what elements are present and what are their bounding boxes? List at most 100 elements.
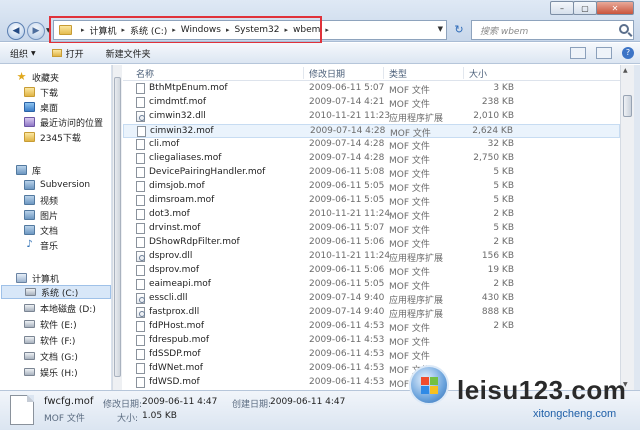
sidebar-libraries[interactable]: 库 [16,163,41,177]
breadcrumb-separator-icon[interactable]: ▸ [325,26,329,34]
table-row[interactable]: BthMtpEnum.mof 2009-06-11 5:07 MOF 文件 3 KB [123,82,620,96]
file-name: dimsjob.mof [149,181,205,191]
sidebar-computer[interactable]: 计算机 [16,271,59,285]
sidebar-label: 收藏夹 [32,73,60,84]
back-button[interactable]: ◀ [7,22,25,40]
sidebar-label: Subversion [40,180,91,190]
table-row[interactable]: drvinst.mof 2009-06-11 5:07 MOF 文件 5 KB [123,222,620,236]
column-header-size[interactable]: 大小 [469,67,487,80]
sidebar-item-desktop[interactable]: 桌面 [24,100,58,114]
file-size: 5 KB [493,195,514,205]
star-icon: ★ [16,70,27,83]
table-row[interactable]: dimsjob.mof 2009-06-11 5:05 MOF 文件 5 KB [123,180,620,194]
sidebar-favorites[interactable]: ★ 收藏夹 [16,70,59,84]
file-name: fdWSD.mof [149,377,200,387]
organize-button[interactable]: 组织 ▼ [10,47,36,60]
dll-file-icon [136,307,145,318]
mof-file-icon [136,335,145,346]
minimize-button[interactable]: – [550,1,574,15]
file-name: dsprov.mof [149,265,200,275]
sidebar-item-pictures[interactable]: 图片 [24,208,58,222]
search-input[interactable]: 搜索 wbem [471,20,634,40]
table-row[interactable]: fdrespub.mof 2009-06-11 4:53 MOF 文件 [123,334,620,348]
column-header-date[interactable]: 修改日期 [309,67,345,80]
mof-file-icon [136,195,145,206]
sidebar-item-recent[interactable]: 最近访问的位置 [24,115,103,129]
folder-icon [24,132,35,142]
open-button[interactable]: 打开 [51,47,84,60]
sidebar-item-soft-e[interactable]: 软件 (E:) [24,317,77,331]
search-icon[interactable] [619,24,629,34]
table-row[interactable]: DShowRdpFilter.mof 2009-06-11 5:06 MOF 文件 2… [123,236,620,250]
file-date: 2009-07-14 4:28 [310,126,386,136]
sidebar-item-docs-g[interactable]: 文档 (G:) [24,349,78,363]
recent-places-icon [24,117,35,127]
sidebar-item-2345-downloads[interactable]: 2345下载 [24,130,81,144]
table-row[interactable]: cimwin32.mof 2009-07-14 4:28 MOF 文件 2,624 K… [123,124,620,139]
scrollbar-thumb[interactable] [623,95,632,117]
table-row[interactable]: cli.mof 2009-07-14 4:28 MOF 文件 32 KB [123,138,620,152]
dll-file-icon [136,111,145,122]
pictures-icon [24,210,35,220]
refresh-icon[interactable]: ↻ [451,23,467,37]
file-name: dsprov.dll [149,251,193,261]
file-date: 2009-06-11 5:07 [309,83,385,93]
file-date: 2010-11-21 11:23 [309,111,391,121]
column-header-type[interactable]: 类型 [389,67,407,80]
sidebar-item-system-c[interactable]: 系统 (C:) [1,285,111,299]
forward-button[interactable]: ▶ [27,22,45,40]
scrollbar-thumb[interactable] [114,77,121,377]
chevron-down-icon: ▼ [31,49,36,57]
sidebar-item-fun-h[interactable]: 娱乐 (H:) [24,365,78,379]
sidebar-item-soft-f[interactable]: 软件 (F:) [24,333,75,347]
navigation-scrollbar[interactable] [112,65,122,390]
drive-icon [24,336,35,344]
file-size: 32 KB [487,139,514,149]
mof-file-icon [136,139,145,150]
sidebar-item-subversion[interactable]: Subversion [24,178,90,192]
sidebar-item-local-d[interactable]: 本地磁盘 (D:) [24,301,96,315]
address-history-dropdown-icon[interactable]: ▼ [438,25,443,33]
file-type: MOF 文件 [389,226,430,236]
table-row[interactable]: cimwin32.dll 2010-11-21 11:23 应用程序扩展 2,010 … [123,110,620,124]
table-row[interactable]: dsprov.mof 2009-06-11 5:06 MOF 文件 19 KB [123,264,620,278]
table-row[interactable]: esscli.dll 2009-07-14 9:40 应用程序扩展 430 KB [123,292,620,306]
table-row[interactable]: eaimeapi.mof 2009-06-11 5:05 MOF 文件 2 KB [123,278,620,292]
file-date: 2009-06-11 4:53 [309,377,385,387]
mof-file-icon [136,279,145,290]
file-name: fastprox.dll [149,307,200,317]
file-type: MOF 文件 [389,282,430,292]
table-row[interactable]: dsprov.dll 2010-11-21 11:24 应用程序扩展 156 KB [123,250,620,264]
table-row[interactable]: dot3.mof 2010-11-21 11:24 MOF 文件 2 KB [123,208,620,222]
scroll-up-icon[interactable]: ▲ [623,67,628,74]
file-list-scrollbar[interactable]: ▲ ▼ [620,65,634,390]
table-row[interactable]: dimsroam.mof 2009-06-11 5:05 MOF 文件 5 KB [123,194,620,208]
sidebar-label: 娱乐 (H:) [40,368,78,379]
file-name: fdPHost.mof [149,321,205,331]
preview-pane-icon[interactable] [596,47,612,59]
new-folder-button[interactable]: 新建文件夹 [106,47,151,60]
watermark-main-text: leisu123.com [457,375,627,405]
change-view-icon[interactable] [570,47,586,59]
table-row[interactable]: fdPHost.mof 2009-06-11 4:53 MOF 文件 2 KB [123,320,620,334]
sidebar-item-music[interactable]: ♪ 音乐 [24,238,58,252]
column-header-name[interactable]: 名称 [136,67,154,80]
file-size: 3 KB [493,83,514,93]
sidebar-label: 软件 (F:) [40,336,76,347]
sidebar-item-documents[interactable]: 文档 [24,223,58,237]
help-icon[interactable]: ? [622,47,634,59]
close-button[interactable]: ✕ [596,1,634,15]
sidebar-item-videos[interactable]: 视频 [24,193,58,207]
mof-file-icon [136,209,145,220]
table-row[interactable]: DevicePairingHandler.mof 2009-06-11 5:08 M… [123,166,620,180]
table-row[interactable]: fastprox.dll 2009-07-14 9:40 应用程序扩展 888 KB [123,306,620,320]
table-row[interactable]: cimdmtf.mof 2009-07-14 4:21 MOF 文件 238 KB [123,96,620,110]
mof-file-icon [10,395,34,425]
mof-file-icon [136,83,145,94]
details-created-value: 2009-06-11 4:47 [270,397,346,407]
sidebar-item-downloads[interactable]: 下载 [24,85,58,99]
table-row[interactable]: cliegaliases.mof 2009-07-14 4:28 MOF 文件 2,7… [123,152,620,166]
back-arrow-icon: ◀ [12,26,20,36]
maximize-button[interactable]: ▢ [573,1,597,15]
file-name: fdrespub.mof [149,335,210,345]
